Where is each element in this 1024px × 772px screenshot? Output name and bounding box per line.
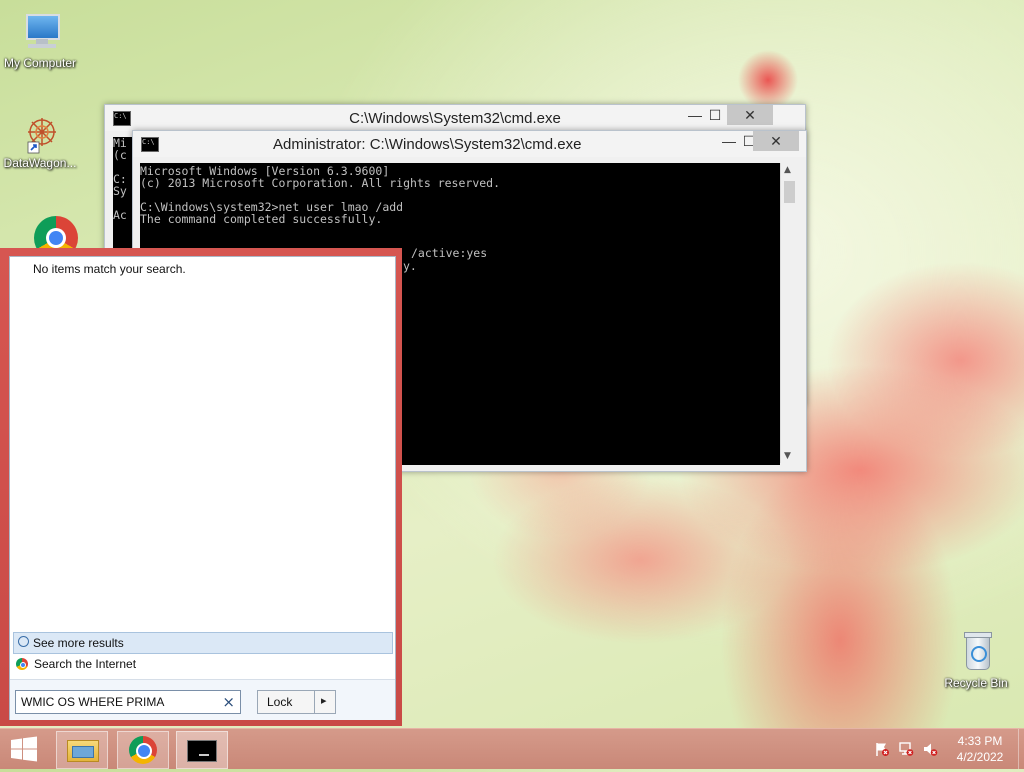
cmd-icon: C:\: [141, 137, 159, 152]
windows-logo-icon: [11, 736, 37, 762]
see-more-results-button[interactable]: See more results: [13, 632, 393, 654]
cmd-icon: C:\: [113, 111, 131, 126]
taskbar-chrome[interactable]: [117, 731, 169, 769]
search-footer: WMIC OS WHERE PRIMA × Lock ▸: [10, 679, 395, 720]
desktop-icon-label: Recycle Bin: [944, 676, 1008, 690]
chrome-icon-center: [136, 743, 152, 759]
desktop-icon-label: DataWagon...: [3, 156, 77, 170]
search-icon: [18, 636, 29, 647]
title-bar[interactable]: C:\ C:\Windows\System32\cmd.exe — ☐ ✕: [105, 105, 805, 131]
cmd-icon: [187, 740, 217, 762]
desktop-icon-datawagon[interactable]: DataWagon...: [0, 112, 80, 170]
close-button[interactable]: ✕: [727, 105, 773, 125]
desktop-icon-my-computer[interactable]: My Computer: [0, 12, 80, 70]
lock-button-label: Lock: [267, 695, 293, 709]
search-results-pane: No items match your search. See more res…: [9, 256, 396, 720]
clock-time: 4:33 PM: [957, 734, 1003, 748]
taskbar-command-prompt[interactable]: [176, 731, 228, 769]
desktop-icon-recycle-bin[interactable]: Recycle Bin: [936, 632, 1016, 690]
see-more-results-label: See more results: [33, 636, 124, 650]
clear-search-button[interactable]: ×: [222, 693, 235, 711]
show-desktop-button[interactable]: [1018, 729, 1024, 769]
power-options-arrow[interactable]: ▸: [314, 690, 336, 714]
search-input[interactable]: WMIC OS WHERE PRIMA ×: [15, 690, 241, 714]
arrow-right-icon: ▸: [321, 694, 327, 707]
system-clock[interactable]: 4:33 PM 4/2/2022: [950, 733, 1010, 765]
cmd-icon-cursor: [199, 754, 209, 756]
search-query-text: WMIC OS WHERE PRIMA: [21, 695, 165, 709]
close-button[interactable]: ✕: [753, 131, 799, 151]
console-scrollbar[interactable]: ▲ ▼: [780, 163, 798, 463]
scroll-down-arrow[interactable]: ▼: [784, 451, 791, 461]
network-icon[interactable]: [898, 741, 914, 757]
folder-icon-window: [72, 746, 94, 758]
action-center-flag-icon[interactable]: [874, 741, 890, 757]
search-internet-button[interactable]: Search the Internet: [13, 654, 393, 674]
window-title: Administrator: C:\Windows\System32\cmd.e…: [273, 136, 582, 153]
taskbar: 4:33 PM 4/2/2022: [0, 728, 1024, 769]
window-title: C:\Windows\System32\cmd.exe: [349, 110, 561, 127]
search-internet-label: Search the Internet: [34, 657, 137, 671]
recycle-bin-icon: [954, 632, 998, 672]
console-line-active: /active:yes: [411, 247, 488, 260]
chrome-icon-center: [20, 662, 26, 668]
scroll-up-arrow[interactable]: ▲: [784, 165, 791, 175]
no-results-message: No items match your search.: [33, 262, 186, 276]
datawagon-shortcut-icon: [18, 112, 62, 154]
taskbar-file-explorer[interactable]: [56, 731, 108, 769]
desktop-icon-label: My Computer: [3, 56, 77, 70]
volume-muted-icon[interactable]: [922, 741, 938, 757]
scroll-thumb[interactable]: [784, 181, 795, 203]
start-button[interactable]: [0, 729, 48, 769]
title-bar[interactable]: C:\ Administrator: C:\Windows\System32\c…: [133, 131, 806, 157]
lock-button[interactable]: Lock: [257, 690, 315, 714]
clock-date: 4/2/2022: [956, 750, 1004, 764]
start-search-panel: No items match your search. See more res…: [0, 248, 402, 726]
computer-icon: [18, 12, 62, 52]
